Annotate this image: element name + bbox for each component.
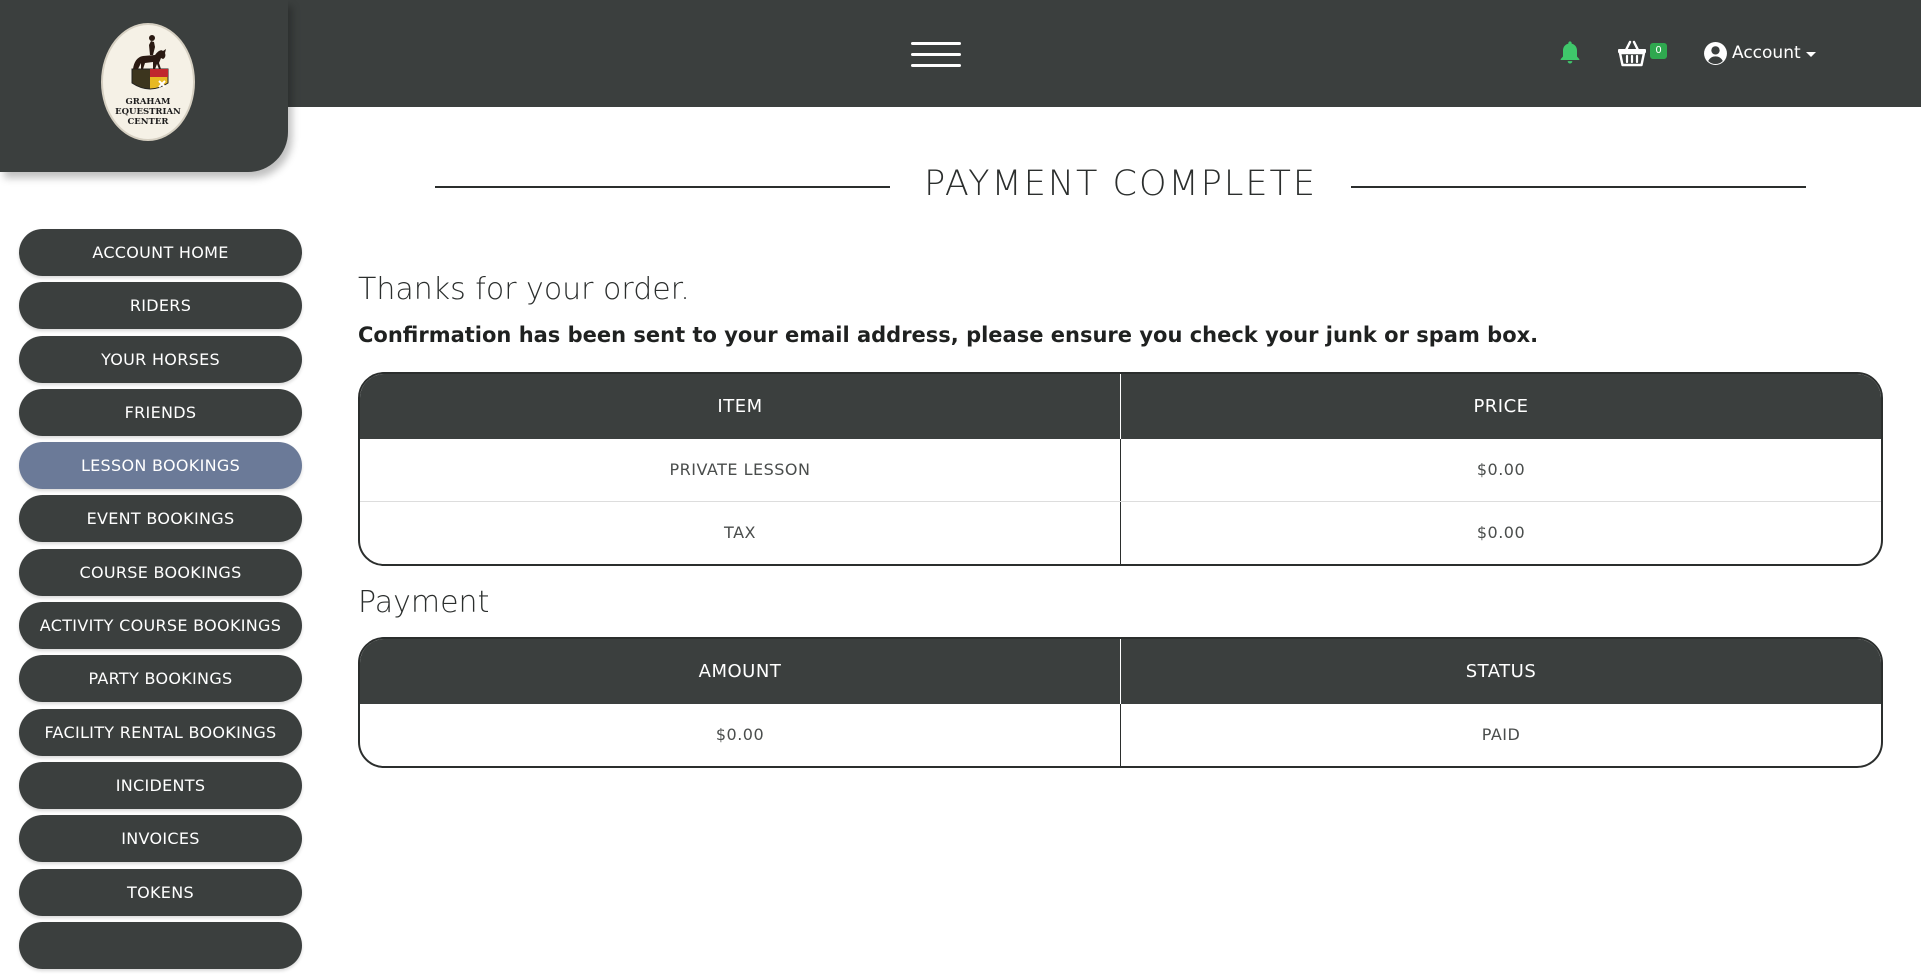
payment-table: AMOUNT STATUS $0.00 PAID — [358, 637, 1883, 768]
sidebar-item-facility-rental-bookings[interactable]: FACILITY RENTAL BOOKINGS — [19, 708, 302, 756]
confirmation-message: Confirmation has been sent to your email… — [358, 323, 1539, 347]
item-cell: PRIVATE LESSON — [669, 460, 811, 479]
sidebar-nav: ACCOUNT HOME RIDERS YOUR HORSES FRIENDS … — [19, 229, 302, 975]
user-circle-icon — [1704, 41, 1727, 65]
logo-panel: GRAHAM EQUESTRIAN CENTER — [0, 0, 288, 172]
sidebar-item-account-home[interactable]: ACCOUNT HOME — [19, 229, 302, 276]
price-cell: $0.00 — [1120, 502, 1881, 564]
sidebar-item-tokens[interactable]: TOKENS — [19, 868, 302, 916]
account-label: Account — [1732, 43, 1801, 63]
sidebar-item-course-bookings[interactable]: COURSE BOOKINGS — [19, 548, 302, 596]
top-header-bar: 0 Account — [0, 0, 1921, 107]
table-header-row: AMOUNT STATUS — [360, 639, 1881, 704]
bell-icon[interactable] — [1556, 39, 1584, 67]
sidebar-item-incidents[interactable]: INCIDENTS — [19, 761, 302, 809]
logo[interactable]: GRAHAM EQUESTRIAN CENTER — [101, 23, 195, 141]
logo-text: GRAHAM EQUESTRIAN CENTER — [115, 97, 181, 127]
amount-cell: $0.00 — [715, 725, 765, 744]
sidebar-item-activity-course-bookings[interactable]: ACTIVITY COURSE BOOKINGS — [19, 602, 302, 650]
cart-count-badge: 0 — [1650, 43, 1667, 59]
table-row: $0.00 PAID — [360, 704, 1881, 766]
basket-icon[interactable] — [1617, 39, 1647, 67]
column-header-amount: AMOUNT — [698, 661, 782, 682]
table-header-row: ITEM PRICE — [360, 374, 1881, 439]
page-title: PAYMENT COMPLETE — [924, 164, 1317, 204]
table-row: TAX $0.00 — [360, 501, 1881, 564]
sidebar-item-lesson-bookings[interactable]: LESSON BOOKINGS — [19, 442, 302, 490]
sidebar-item-friends[interactable]: FRIENDS — [19, 388, 302, 436]
sidebar-item-party-bookings[interactable]: PARTY BOOKINGS — [19, 655, 302, 703]
sidebar-item-event-bookings[interactable]: EVENT BOOKINGS — [19, 495, 302, 543]
sidebar-item-more[interactable] — [19, 921, 302, 969]
order-table: ITEM PRICE PRIVATE LESSON $0.00 TAX $0.0… — [358, 372, 1883, 566]
sidebar-item-your-horses[interactable]: YOUR HORSES — [19, 335, 302, 383]
payment-heading: Payment — [358, 585, 490, 620]
chevron-down-icon — [1805, 52, 1816, 57]
page-title-block: PAYMENT COMPLETE — [435, 160, 1806, 210]
table-row: PRIVATE LESSON $0.00 — [360, 439, 1881, 501]
column-header-status: STATUS — [1120, 639, 1881, 704]
title-divider-right — [1351, 186, 1806, 188]
thanks-message: Thanks for your order. — [358, 272, 690, 307]
column-header-price: PRICE — [1120, 374, 1881, 439]
sidebar-item-riders[interactable]: RIDERS — [19, 282, 302, 330]
sidebar-item-invoices[interactable]: INVOICES — [19, 815, 302, 863]
column-header-item: ITEM — [717, 396, 763, 417]
account-menu[interactable]: Account — [1703, 40, 1816, 66]
hamburger-menu-icon[interactable] — [911, 42, 961, 72]
status-cell: PAID — [1120, 704, 1881, 766]
item-cell: TAX — [724, 523, 756, 542]
price-cell: $0.00 — [1120, 439, 1881, 501]
